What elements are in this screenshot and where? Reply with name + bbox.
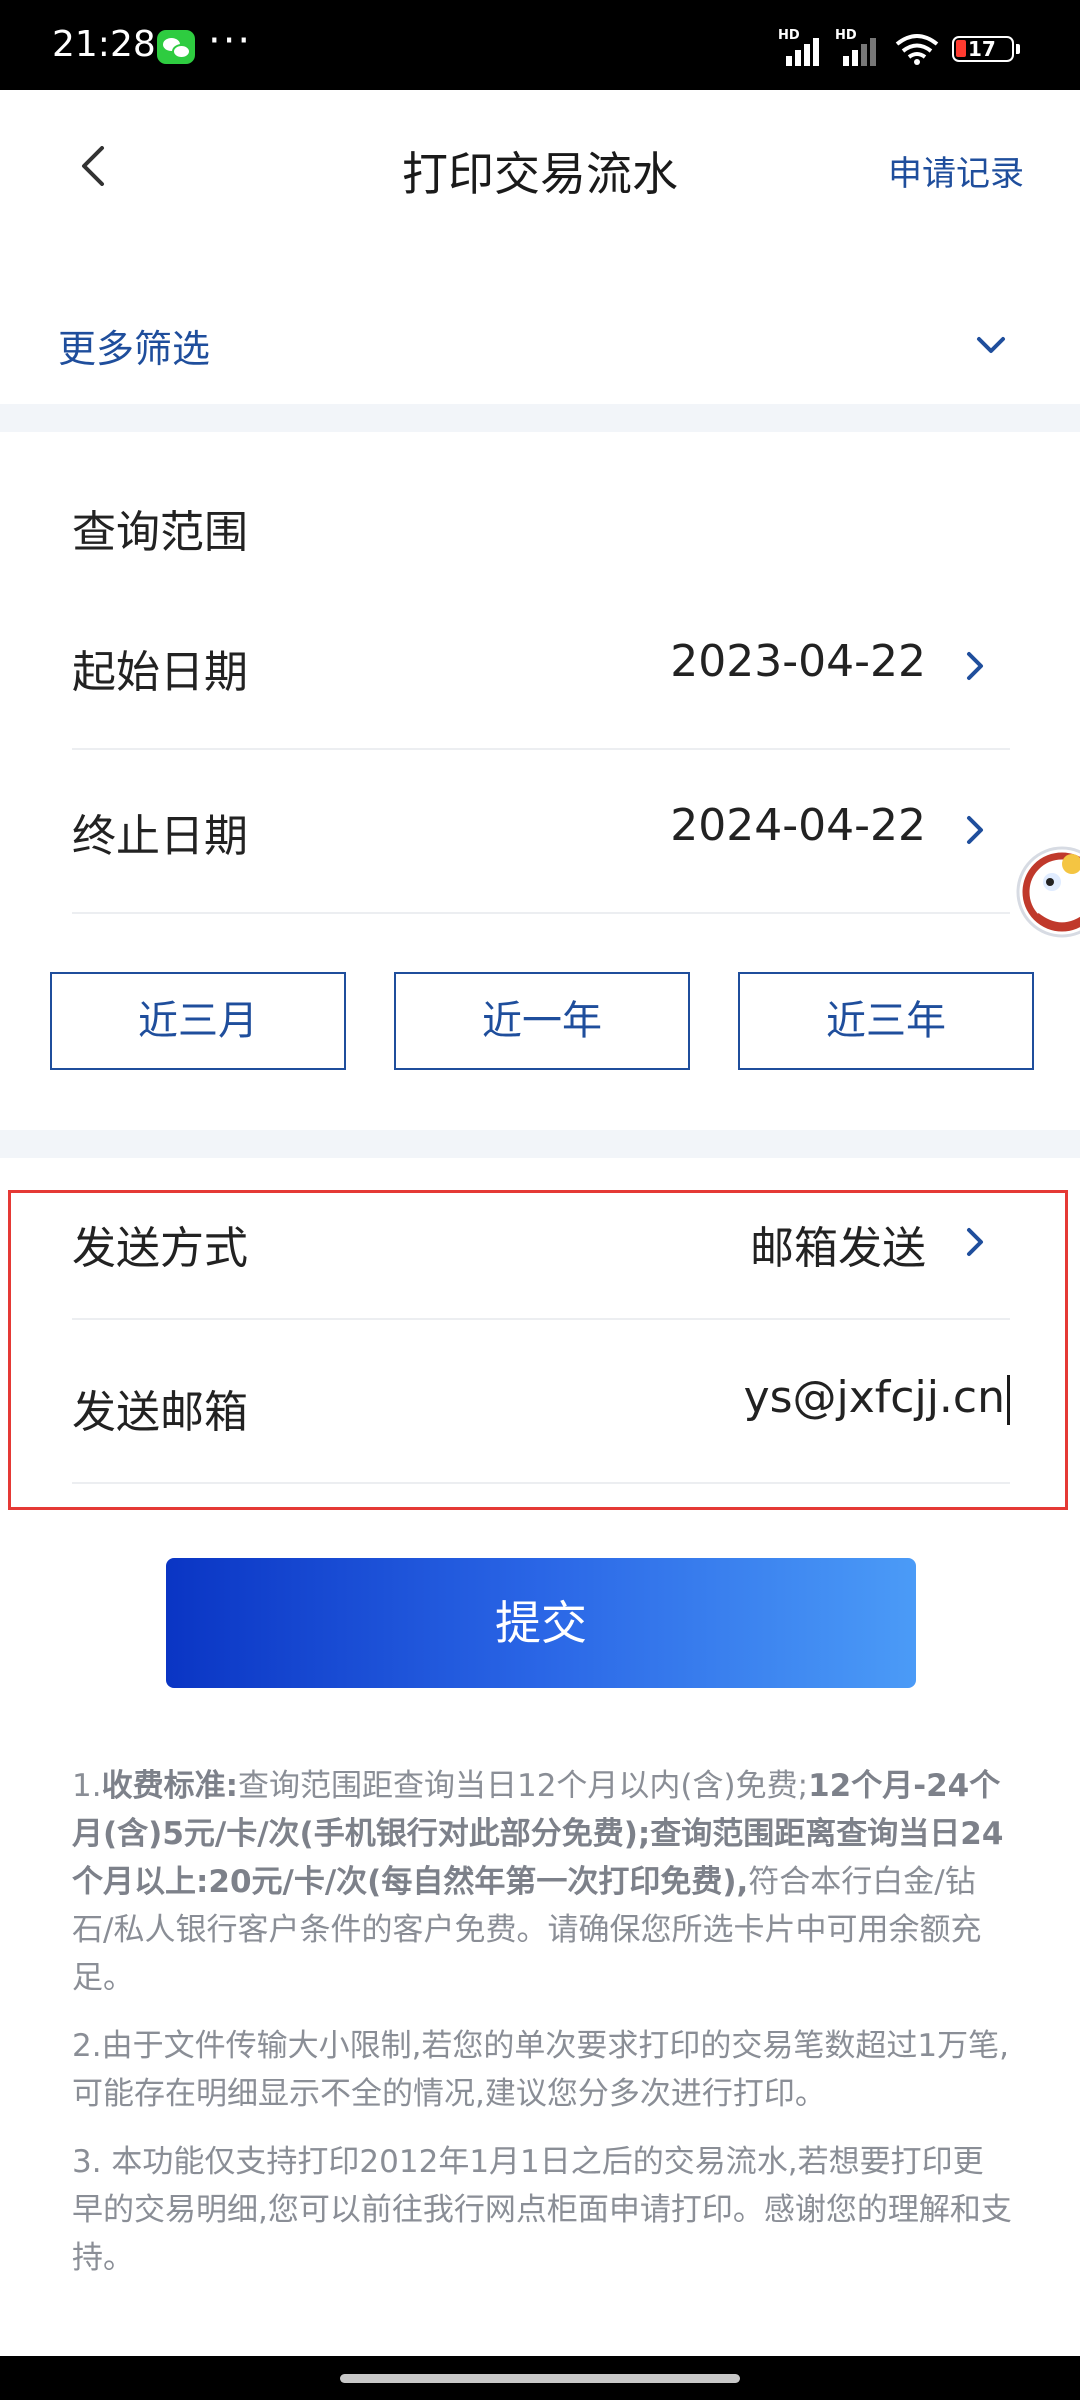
- send-method-label: 发送方式: [72, 1223, 248, 1274]
- email-input-value: ys@jxfcjj.cn: [743, 1372, 1005, 1423]
- more-filters-label: 更多筛选: [58, 327, 211, 371]
- end-date-label: 终止日期: [72, 811, 248, 862]
- more-notifications-icon: ···: [208, 18, 253, 64]
- start-date-row[interactable]: 起始日期 2023-04-22: [72, 586, 1010, 750]
- nav-bar: 打印交易流水 申请记录: [0, 90, 1080, 250]
- signal-icon: HD: [778, 28, 828, 66]
- last-three-years-button[interactable]: 近三年: [738, 972, 1034, 1070]
- send-email-label: 发送邮箱: [72, 1387, 248, 1438]
- wechat-icon: [157, 30, 195, 64]
- last-one-year-button[interactable]: 近一年: [394, 972, 690, 1070]
- status-bar: 21:28 ··· HD HD 17: [0, 0, 1080, 90]
- more-filters-row[interactable]: 更多筛选: [0, 280, 1080, 404]
- end-date-value: 2024-04-22: [670, 800, 926, 851]
- chevron-right-icon: [967, 652, 983, 680]
- note-1-emphasis: 收费标准:: [101, 1768, 238, 1804]
- submit-button[interactable]: 提交: [166, 1558, 916, 1688]
- note-3: 3. 本功能仅支持打印2012年1月1日之后的交易流水,若想要打印更早的交易明细…: [72, 2144, 1012, 2276]
- mascot-icon[interactable]: [1012, 820, 1080, 960]
- text-cursor: [1007, 1375, 1010, 1425]
- signal-icon: HD: [835, 28, 885, 66]
- start-date-value: 2023-04-22: [670, 636, 926, 687]
- wifi-icon: [895, 34, 939, 65]
- end-date-row[interactable]: 终止日期 2024-04-22: [72, 750, 1010, 914]
- email-input[interactable]: ys@jxfcjj.cn: [744, 1372, 1010, 1425]
- status-time: 21:28: [52, 24, 156, 65]
- send-method-row[interactable]: 发送方式 邮箱发送: [72, 1158, 1010, 1320]
- start-date-label: 起始日期: [72, 647, 248, 698]
- chevron-right-icon: [967, 1228, 983, 1256]
- chevron-right-icon: [967, 816, 983, 844]
- divider: [72, 1482, 1010, 1484]
- last-three-months-button[interactable]: 近三月: [50, 972, 346, 1070]
- query-range-title: 查询范围: [72, 507, 248, 558]
- section-gap: [0, 404, 1080, 432]
- note-1: 1.收费标准:查询范围距查询当日12个月以内(含)免费;12个月-24个月(含)…: [72, 1768, 1004, 1996]
- home-indicator[interactable]: [340, 2374, 740, 2383]
- apply-records-link[interactable]: 申请记录: [888, 146, 1024, 195]
- section-gap: [0, 1130, 1080, 1158]
- send-method-value: 邮箱发送: [750, 1223, 926, 1274]
- battery-level: 17: [968, 37, 996, 61]
- chevron-down-icon: [977, 337, 1005, 353]
- send-email-row[interactable]: 发送邮箱 ys@jxfcjj.cn: [72, 1320, 1010, 1484]
- notes: 1.收费标准:查询范围距查询当日12个月以内(含)免费;12个月-24个月(含)…: [72, 1762, 1012, 2302]
- battery-icon: 17: [952, 36, 1020, 62]
- divider: [72, 912, 1010, 914]
- note-2: 2.由于文件传输大小限制,若您的单次要求打印的交易笔数超过1万笔,可能存在明细显…: [72, 2028, 1010, 2112]
